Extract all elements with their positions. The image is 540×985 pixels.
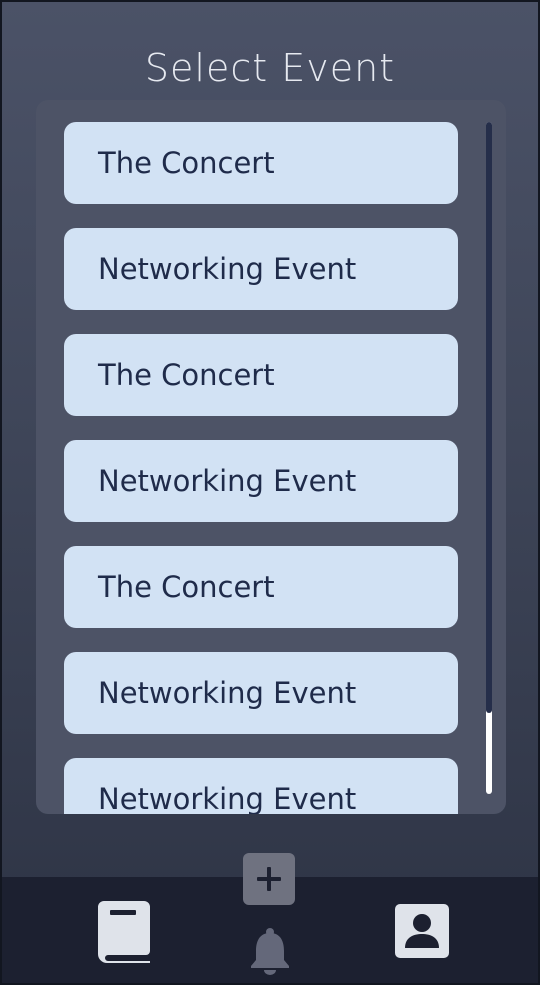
bell-icon[interactable]	[248, 927, 292, 975]
event-item[interactable]: Networking Event	[64, 652, 458, 734]
event-item[interactable]: The Concert	[64, 122, 458, 204]
event-item[interactable]: Networking Event	[64, 440, 458, 522]
event-item[interactable]: The Concert	[64, 334, 458, 416]
scrollbar-thumb[interactable]	[486, 122, 492, 713]
event-list[interactable]: The Concert Networking Event The Concert…	[36, 100, 506, 814]
add-event-button[interactable]	[243, 853, 295, 905]
app-screen: Select Event The Concert Networking Even…	[0, 0, 540, 985]
plus-icon	[256, 866, 282, 892]
event-item[interactable]: Networking Event	[64, 228, 458, 310]
account-box-icon[interactable]	[394, 903, 450, 959]
event-item[interactable]: The Concert	[64, 546, 458, 628]
scrollbar[interactable]	[486, 122, 492, 794]
event-list-track: The Concert Networking Event The Concert…	[64, 122, 458, 814]
event-item[interactable]: Networking Event	[64, 758, 458, 814]
page-title: Select Event	[144, 46, 396, 90]
book-icon[interactable]	[96, 899, 152, 965]
